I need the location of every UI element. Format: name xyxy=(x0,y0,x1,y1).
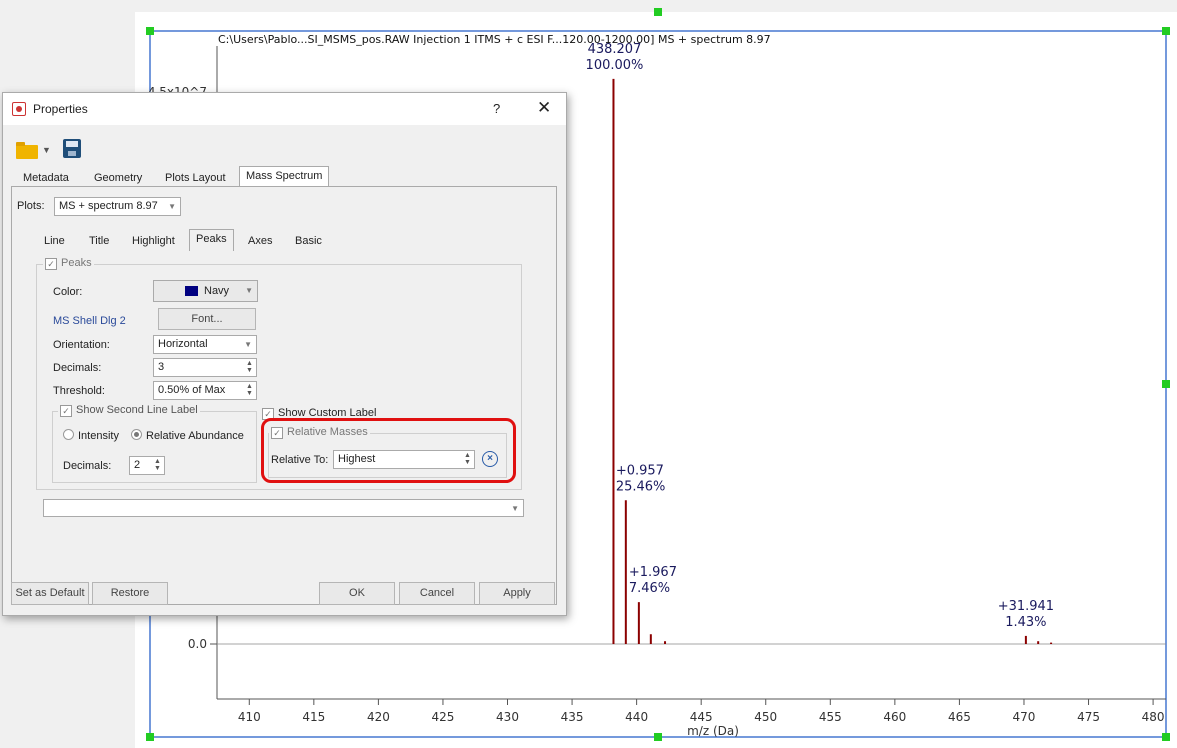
color-select[interactable]: Navy ▼ xyxy=(153,280,258,302)
restore-button[interactable]: Restore xyxy=(92,582,168,605)
save-icon[interactable] xyxy=(63,139,81,158)
plots-select[interactable]: MS + spectrum 8.97 ▼ xyxy=(54,197,181,216)
threshold-value: 0.50% of Max xyxy=(158,384,226,396)
close-button[interactable]: ✕ xyxy=(537,98,551,118)
subtab-peaks[interactable]: Peaks xyxy=(189,229,234,251)
peak-label-percent: 25.46% xyxy=(616,479,666,494)
decimals2-spinbox[interactable]: 2 ▲ ▼ xyxy=(129,456,165,475)
ok-button[interactable]: OK xyxy=(319,582,395,605)
peak-label-mass: +1.967 xyxy=(629,565,677,580)
decimals-value: 3 xyxy=(158,361,165,373)
radio-icon xyxy=(131,429,142,440)
cancel-button[interactable]: Cancel xyxy=(399,582,475,605)
spin-arrows-icon[interactable]: ▲ ▼ xyxy=(245,360,254,374)
x-tick-label: 425 xyxy=(431,710,454,724)
dialog-titlebar[interactable]: Properties ? ✕ xyxy=(3,93,566,125)
subtab-title[interactable]: Title xyxy=(83,232,115,250)
x-tick-label: 440 xyxy=(625,710,648,724)
orientation-value: Horizontal xyxy=(158,338,208,350)
radio-relative-abundance[interactable]: Relative Abundance xyxy=(131,429,244,442)
open-button[interactable]: ▼ xyxy=(16,141,52,161)
peak-label-mass: +31.941 xyxy=(998,599,1054,614)
tab-plots-layout[interactable]: Plots Layout xyxy=(159,169,232,187)
threshold-spinbox[interactable]: 0.50% of Max ▲ ▼ xyxy=(153,381,257,400)
tab-geometry[interactable]: Geometry xyxy=(88,169,148,187)
annotation-highlight-box xyxy=(261,418,516,483)
peak-label-percent: 100.00% xyxy=(586,58,644,73)
plots-select-value: MS + spectrum 8.97 xyxy=(59,200,158,212)
peak-label-percent: 7.46% xyxy=(629,581,670,596)
apply-button[interactable]: Apply xyxy=(479,582,555,605)
y-tick-label-zero: 0.0 xyxy=(188,637,207,651)
spin-arrows-icon[interactable]: ▲ ▼ xyxy=(245,383,254,397)
x-tick-label: 420 xyxy=(367,710,390,724)
subtab-highlight[interactable]: Highlight xyxy=(126,232,181,250)
tab-metadata[interactable]: Metadata xyxy=(17,169,75,187)
x-tick-label: 470 xyxy=(1013,710,1036,724)
decimals2-value: 2 xyxy=(134,459,141,471)
peak-labels: 438.207100.00% +0.95725.46% +1.9677.46% +31… xyxy=(586,42,1055,630)
x-axis-label: m/z (Da) xyxy=(687,724,739,738)
x-tick-label: 465 xyxy=(948,710,971,724)
radio-icon xyxy=(63,429,74,440)
chevron-down-icon: ▼ xyxy=(168,202,176,211)
resize-handle-top-right[interactable] xyxy=(1162,27,1170,35)
x-tick-label: 435 xyxy=(561,710,584,724)
spin-arrows-icon[interactable]: ▲ ▼ xyxy=(153,458,162,472)
chevron-down-icon: ▼ xyxy=(511,504,519,513)
x-tick-label: 450 xyxy=(754,710,777,724)
peaks-checkbox[interactable]: ✓ xyxy=(45,258,57,270)
help-button[interactable]: ? xyxy=(493,101,500,116)
threshold-label: Threshold: xyxy=(53,385,105,397)
peaks xyxy=(612,78,1053,644)
resize-handle-top-center[interactable] xyxy=(654,8,662,16)
x-tick-label: 445 xyxy=(690,710,713,724)
x-ticks: 410 415 420 425 430 435 440 445 450 455 460 465 470 4… xyxy=(238,699,1165,724)
peak-label-mass: +0.957 xyxy=(616,463,664,478)
font-name-label: MS Shell Dlg 2 xyxy=(53,315,126,327)
folder-icon xyxy=(16,142,38,159)
resize-handle-top-left[interactable] xyxy=(146,27,154,35)
decimals2-label: Decimals: xyxy=(63,460,112,472)
orientation-label: Orientation: xyxy=(53,339,110,351)
subtab-basic[interactable]: Basic xyxy=(289,232,328,250)
x-tick-label: 430 xyxy=(496,710,519,724)
x-tick-label: 460 xyxy=(883,710,906,724)
color-swatch xyxy=(185,286,198,296)
set-as-default-button[interactable]: Set as Default xyxy=(11,582,89,605)
resize-handle-bottom-center[interactable] xyxy=(654,733,662,741)
custom-label-input[interactable]: ▼ xyxy=(43,499,524,517)
peak-label-mass: 438.207 xyxy=(588,42,642,57)
font-button[interactable]: Font... xyxy=(158,308,256,330)
resize-handle-right[interactable] xyxy=(1162,380,1170,388)
second-line-group-title[interactable]: ✓ Show Second Line Label xyxy=(58,404,200,417)
x-tick-label: 475 xyxy=(1077,710,1100,724)
x-tick-label: 455 xyxy=(819,710,842,724)
orientation-select[interactable]: Horizontal ▼ xyxy=(153,335,257,354)
second-line-checkbox[interactable]: ✓ xyxy=(60,405,72,417)
color-value: Navy xyxy=(204,285,230,297)
properties-dialog[interactable]: Properties ? ✕ ▼ Metadata Geometry Plots… xyxy=(2,92,567,616)
dialog-title: Properties xyxy=(33,102,88,116)
peak-label-percent: 1.43% xyxy=(1005,615,1046,630)
decimals-spinbox[interactable]: 3 ▲ ▼ xyxy=(153,358,257,377)
color-label: Color: xyxy=(53,286,83,298)
plots-label: Plots: xyxy=(17,200,45,212)
resize-handle-bottom-right[interactable] xyxy=(1162,733,1170,741)
x-tick-label: 480 xyxy=(1142,710,1165,724)
x-tick-label: 415 xyxy=(302,710,325,724)
chevron-down-icon: ▼ xyxy=(245,286,253,295)
decimals-label: Decimals: xyxy=(53,362,102,374)
plot-title: C:\Users\Pablo...SI_MSMS_pos.RAW Injecti… xyxy=(218,33,771,46)
chevron-down-icon: ▼ xyxy=(244,340,252,349)
radio-intensity[interactable]: Intensity xyxy=(63,429,119,442)
chevron-down-icon: ▼ xyxy=(42,145,51,155)
subtab-line[interactable]: Line xyxy=(38,232,71,250)
app-icon xyxy=(12,102,26,116)
subtab-axes[interactable]: Axes xyxy=(242,232,278,250)
x-tick-label: 410 xyxy=(238,710,261,724)
tab-mass-spectrum[interactable]: Mass Spectrum xyxy=(239,166,330,188)
resize-handle-bottom-left[interactable] xyxy=(146,733,154,741)
peaks-group-title[interactable]: ✓ Peaks xyxy=(43,257,94,270)
